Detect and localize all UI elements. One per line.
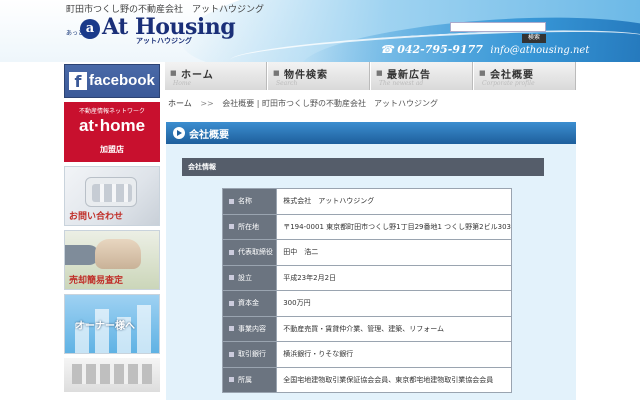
breadcrumb-home-link[interactable]: ホーム	[168, 99, 192, 108]
athome-logo: at·home	[78, 116, 146, 135]
row-value: 田中 浩二	[276, 239, 512, 266]
nav-home[interactable]: ■ ホーム Home	[164, 62, 267, 90]
search-button[interactable]: 検索	[522, 34, 546, 43]
row-value: 300万円	[276, 290, 512, 317]
facebook-banner[interactable]: f facebook	[64, 64, 160, 98]
section-header: 会社情報	[182, 158, 544, 176]
site-header: 町田市つくし野の不動産会社 アットハウジング あっと a At Housing …	[0, 0, 640, 62]
table-row: 代表取締役 田中 浩二	[221, 239, 512, 266]
table-row: 所属 全国宅地建物取引業保証協会会員、東京都宅地建物取引業協会会員	[221, 366, 512, 393]
table-row: 名称 株式会社 アットハウジング	[221, 188, 512, 215]
square-bullet-icon: ■	[170, 69, 177, 77]
square-bullet-icon: ■	[273, 69, 280, 77]
row-label: 所在地	[221, 213, 278, 240]
global-nav: ■ ホーム Home ■ 物件検索 Search ■ 最新広告 The newe…	[164, 62, 576, 90]
breadcrumb-separator: >>	[200, 99, 214, 108]
row-value: 横浜銀行・りそな銀行	[276, 341, 512, 368]
contact-banner-label: お問い合わせ	[69, 212, 124, 222]
page-heading-bar: 会社概要	[166, 122, 576, 144]
row-value: 全国宅地建物取引業保証協会会員、東京都宅地建物取引業協会会員	[276, 366, 512, 393]
athome-banner[interactable]: 不動産情報ネットワーク at·home 加盟店	[64, 102, 160, 162]
phone-number: 042-795-9177	[397, 43, 483, 56]
site-logo[interactable]: あっと a At Housing アットハウジング	[66, 14, 236, 45]
table-row: 事業内容 不動産売買・賃貸仲介業、管理、建築、リフォーム	[221, 315, 512, 342]
content-panel: 会社情報 名称 株式会社 アットハウジング 所在地 〒194-0001 東京都町…	[166, 144, 576, 400]
bullet-icon	[229, 224, 234, 230]
arrow-circle-icon	[173, 127, 185, 139]
row-label: 資本金	[221, 290, 278, 317]
sale-appraisal-banner[interactable]: 売却簡易査定	[64, 230, 160, 290]
square-bullet-icon: ■	[376, 69, 383, 77]
row-label: 事業内容	[221, 315, 278, 342]
page-title: 会社概要	[189, 130, 229, 141]
row-value: 不動産売買・賃貸仲介業、管理、建築、リフォーム	[276, 315, 512, 342]
breadcrumb-current: 会社概要 | 町田市つくし野の不動産会社 アットハウジング	[222, 99, 439, 108]
handshake-image	[65, 245, 99, 265]
row-label: 設立	[221, 264, 278, 291]
table-row: 所在地 〒194-0001 東京都町田市つくし野1丁目29番地1 つくし野第2ビ…	[221, 213, 512, 240]
nav-property-search[interactable]: ■ 物件検索 Search	[267, 62, 370, 90]
athome-member-label: 加盟店	[100, 145, 124, 154]
sale-appraisal-label: 売却簡易査定	[69, 276, 124, 286]
email-address[interactable]: info@athousing.net	[490, 45, 589, 56]
facebook-icon: f	[69, 72, 87, 91]
owner-banner-label: オーナー様へ	[75, 321, 135, 332]
row-label: 取引銀行	[221, 341, 278, 368]
logo-kana: アットハウジング	[136, 37, 192, 45]
bullet-icon	[229, 326, 234, 332]
row-label: 名称	[221, 188, 278, 215]
section-title: 会社情報	[188, 163, 216, 171]
row-value: 平成23年2月2日	[276, 264, 512, 291]
company-info-table: 名称 株式会社 アットハウジング 所在地 〒194-0001 東京都町田市つくし…	[221, 188, 512, 393]
calculator-banner[interactable]	[64, 358, 160, 392]
athome-network-label: 不動産情報ネットワーク	[78, 108, 145, 115]
logo-mark-icon: a	[80, 19, 100, 39]
nav-company-profile[interactable]: ■ 会社概要 Corporate profile	[473, 62, 576, 90]
row-value: 〒194-0001 東京都町田市つくし野1丁目29番地1 つくし野第2ビル303	[276, 213, 512, 240]
nav-latest-ads[interactable]: ■ 最新広告 The newest ad	[370, 62, 473, 90]
phone-icon: ☎	[380, 43, 394, 56]
bullet-icon	[229, 249, 234, 255]
bullet-icon	[229, 351, 234, 357]
table-row: 取引銀行 横浜銀行・りそな銀行	[221, 341, 512, 368]
table-row: 資本金 300万円	[221, 290, 512, 317]
table-row: 設立 平成23年2月2日	[221, 264, 512, 291]
bullet-icon	[229, 198, 234, 204]
bullet-icon	[229, 377, 234, 383]
calculator-image	[72, 364, 152, 384]
sidebar: f facebook 不動産情報ネットワーク at·home 加盟店 お問い合わ…	[64, 64, 160, 396]
contact-banner[interactable]: お問い合わせ	[64, 166, 160, 226]
square-bullet-icon: ■	[479, 69, 486, 77]
contact-line: ☎ 042-795-9177 info@athousing.net	[380, 43, 589, 56]
telephone-image	[85, 177, 137, 207]
row-label: 代表取締役	[221, 239, 278, 266]
facebook-label: facebook	[89, 72, 155, 89]
bullet-icon	[229, 300, 234, 306]
bullet-icon	[229, 275, 234, 281]
search-input[interactable]	[450, 22, 546, 32]
row-value: 株式会社 アットハウジング	[276, 188, 512, 215]
row-label: 所属	[221, 366, 278, 393]
page: 町田市つくし野の不動産会社 アットハウジング あっと a At Housing …	[0, 0, 640, 400]
breadcrumb: ホーム >> 会社概要 | 町田市つくし野の不動産会社 アットハウジング	[168, 98, 438, 109]
owner-banner[interactable]: オーナー様へ	[64, 294, 160, 354]
